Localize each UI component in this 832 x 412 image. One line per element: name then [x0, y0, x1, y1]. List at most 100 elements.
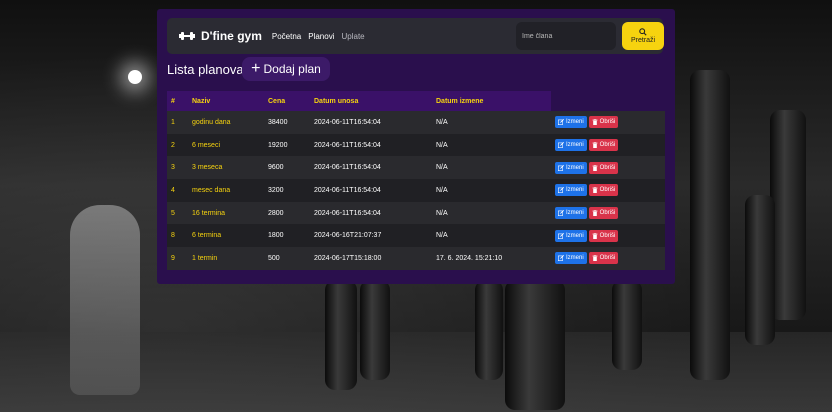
punching-bag	[505, 280, 565, 410]
table-row: 3 3 meseca 9600 2024-06-11T16:54:04 N/A …	[167, 156, 665, 180]
edit-button[interactable]: Izmeni	[555, 184, 587, 197]
cell-id: 4	[167, 179, 188, 202]
cell-naziv: godinu dana	[188, 111, 264, 134]
delete-label: Obriši	[599, 119, 616, 126]
cell-id: 1	[167, 111, 188, 134]
table-header-row: # Naziv Cena Datum unosa Datum izmene	[167, 91, 665, 111]
edit-label: Izmeni	[566, 187, 584, 194]
plus-icon: +	[251, 60, 261, 77]
cell-actions: Izmeni Obriši	[551, 224, 665, 248]
cell-cena: 9600	[264, 156, 310, 180]
table-row: 9 1 termin 500 2024-06-17T15:18:00 17. 6…	[167, 247, 665, 270]
cell-actions: Izmeni Obriši	[551, 247, 665, 270]
delete-button[interactable]: Obriši	[588, 252, 619, 265]
delete-label: Obriši	[599, 232, 616, 239]
edit-label: Izmeni	[566, 210, 584, 217]
cell-cena: 38400	[264, 111, 310, 134]
edit-label: Izmeni	[566, 142, 584, 149]
column-header-actions	[551, 91, 665, 111]
cell-datum-izmene: N/A	[432, 201, 551, 225]
delete-label: Obriši	[599, 210, 616, 217]
table-row: 2 6 meseci 19200 2024-06-11T16:54:04 N/A…	[167, 133, 665, 157]
search-button[interactable]: Pretraži	[622, 22, 664, 50]
delete-button[interactable]: Obriši	[588, 229, 619, 242]
delete-button[interactable]: Obriši	[588, 161, 619, 174]
cell-datum-izmene: 17. 6. 2024. 15:21:10	[432, 247, 551, 270]
cell-actions: Izmeni Obriši	[551, 201, 665, 225]
column-header-id: #	[167, 91, 188, 111]
edit-label: Izmeni	[566, 119, 584, 126]
trash-icon	[592, 255, 598, 262]
brand[interactable]: D'fine gym	[179, 29, 262, 43]
edit-label: Izmeni	[566, 255, 584, 262]
cell-cena: 19200	[264, 133, 310, 157]
page-title: Lista planova	[167, 62, 244, 77]
delete-label: Obriši	[599, 142, 616, 149]
punching-bag	[770, 110, 806, 320]
trash-icon	[592, 232, 598, 239]
main-panel: D'fine gym Početna Planovi Uplate Pretra…	[157, 9, 675, 284]
cell-actions: Izmeni Obriši	[551, 133, 665, 157]
cell-cena: 3200	[264, 179, 310, 202]
delete-button[interactable]: Obriši	[588, 207, 619, 220]
trash-icon	[592, 142, 598, 149]
edit-button[interactable]: Izmeni	[555, 139, 587, 152]
cell-naziv: 3 meseca	[188, 156, 264, 180]
nav-item-planovi[interactable]: Planovi	[308, 32, 334, 41]
table-row: 4 mesec dana 3200 2024-06-11T16:54:04 N/…	[167, 179, 665, 202]
edit-button[interactable]: Izmeni	[555, 207, 587, 220]
brand-name: D'fine gym	[201, 29, 262, 43]
search-icon	[639, 28, 647, 36]
punching-bag	[612, 280, 642, 370]
cell-naziv: 6 meseci	[188, 133, 264, 157]
nav-item-pocetna[interactable]: Početna	[272, 32, 301, 41]
column-header-naziv: Naziv	[188, 91, 264, 111]
edit-icon	[558, 210, 564, 217]
delete-label: Obriši	[599, 187, 616, 194]
cell-cena: 1800	[264, 224, 310, 248]
cell-naziv: 6 termina	[188, 224, 264, 248]
cell-datum-unosa: 2024-06-11T16:54:04	[310, 179, 432, 202]
edit-button[interactable]: Izmeni	[555, 161, 587, 174]
cell-datum-unosa: 2024-06-11T16:54:04	[310, 156, 432, 180]
ceiling-light	[128, 70, 142, 84]
edit-button[interactable]: Izmeni	[555, 252, 587, 265]
edit-label: Izmeni	[566, 164, 584, 171]
cell-datum-izmene: N/A	[432, 179, 551, 202]
cell-id: 8	[167, 224, 188, 248]
trash-icon	[592, 119, 598, 126]
edit-icon	[558, 255, 564, 262]
plans-table: # Naziv Cena Datum unosa Datum izmene 1 …	[167, 91, 665, 270]
punching-bag	[360, 280, 390, 380]
edit-icon	[558, 187, 564, 194]
edit-button[interactable]: Izmeni	[555, 116, 587, 129]
cell-id: 2	[167, 133, 188, 157]
delete-button[interactable]: Obriši	[588, 116, 619, 129]
column-header-cena: Cena	[264, 91, 310, 111]
cell-datum-unosa: 2024-06-11T16:54:04	[310, 201, 432, 225]
cell-datum-unosa: 2024-06-11T16:54:04	[310, 111, 432, 134]
cell-id: 9	[167, 247, 188, 270]
trash-icon	[592, 187, 598, 194]
boxer-silhouette	[70, 205, 140, 395]
nav-links: Početna Planovi Uplate	[272, 32, 372, 41]
edit-button[interactable]: Izmeni	[555, 229, 587, 242]
search-input[interactable]	[516, 22, 616, 50]
delete-button[interactable]: Obriši	[588, 139, 619, 152]
cell-cena: 2800	[264, 201, 310, 225]
cell-actions: Izmeni Obriši	[551, 111, 665, 134]
table-row: 5 16 termina 2800 2024-06-11T16:54:04 N/…	[167, 201, 665, 225]
cell-naziv: 16 termina	[188, 201, 264, 225]
add-plan-label: Dodaj plan	[263, 62, 321, 76]
table-row: 1 godinu dana 38400 2024-06-11T16:54:04 …	[167, 111, 665, 134]
cell-actions: Izmeni Obriši	[551, 156, 665, 180]
delete-button[interactable]: Obriši	[588, 184, 619, 197]
add-plan-button[interactable]: + Dodaj plan	[242, 57, 330, 81]
cell-datum-izmene: N/A	[432, 156, 551, 180]
edit-icon	[558, 142, 564, 149]
edit-icon	[558, 119, 564, 126]
punching-bag	[690, 70, 730, 380]
nav-item-uplate[interactable]: Uplate	[341, 32, 364, 41]
edit-icon	[558, 164, 564, 171]
delete-label: Obriši	[599, 255, 616, 262]
